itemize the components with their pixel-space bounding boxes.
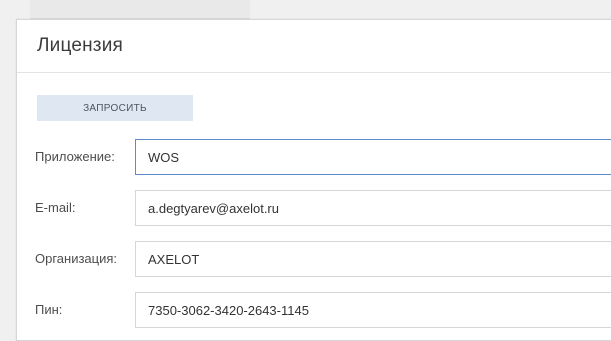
pin-label: Пин: (35, 302, 63, 317)
pin-input[interactable] (135, 292, 611, 328)
form-row-email: E-mail: (17, 188, 611, 228)
request-button[interactable]: ЗАПРОСИТЬ (37, 95, 193, 121)
background-tab-strip (30, 0, 250, 19)
organization-input[interactable] (135, 241, 611, 277)
application-input[interactable] (135, 139, 611, 175)
organization-label: Организация: (35, 251, 118, 266)
license-panel: Лицензия ЗАПРОСИТЬ Приложение: E-mail: О… (16, 19, 611, 341)
form-row-pin: Пин: (17, 290, 611, 330)
panel-header: Лицензия (17, 20, 611, 73)
email-input[interactable] (135, 190, 611, 226)
page-title: Лицензия (37, 35, 124, 56)
email-label: E-mail: (35, 200, 76, 215)
application-label: Приложение: (35, 149, 115, 164)
form-row-application: Приложение: (17, 137, 611, 177)
form-row-organization: Организация: (17, 239, 611, 279)
